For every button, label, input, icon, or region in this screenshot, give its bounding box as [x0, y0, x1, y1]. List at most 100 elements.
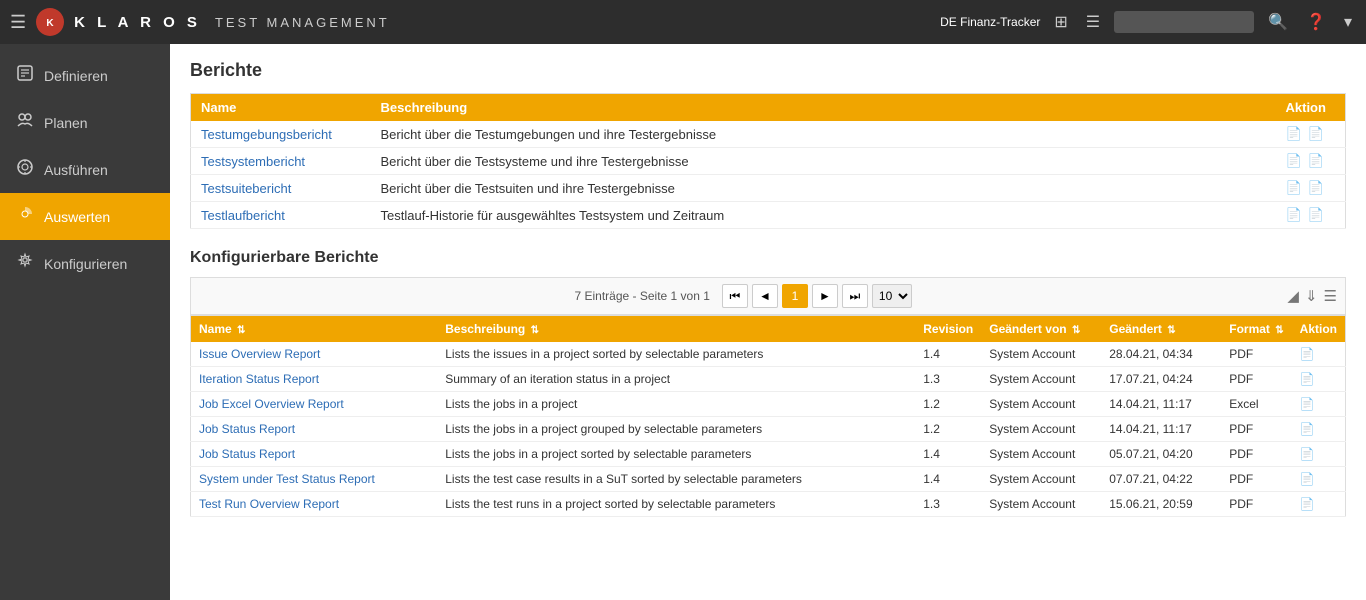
konfig-col-geaendert: Geändert ⇅ — [1101, 316, 1221, 343]
konfig-action-cell: 📄 — [1292, 467, 1346, 492]
pdf-icon[interactable]: 📄 — [1286, 153, 1302, 169]
konfig-desc-cell: Lists the issues in a project sorted by … — [437, 342, 915, 367]
konfig-name-cell: Job Status Report — [191, 442, 438, 467]
konfig-download-icon[interactable]: 📄 — [1300, 372, 1315, 386]
hamburger-menu-icon[interactable]: ☰ — [10, 12, 26, 33]
report-action-cell: 📄 📄 — [1276, 175, 1346, 202]
grid-view-icon[interactable]: ⊞ — [1050, 10, 1071, 34]
page-first-btn[interactable]: ⏮ — [722, 284, 748, 308]
konfig-geaendert-cell: 15.06.21, 20:59 — [1101, 492, 1221, 517]
report-name-link[interactable]: Testlaufbericht — [201, 208, 285, 223]
table-row: Job Status Report Lists the jobs in a pr… — [191, 442, 1346, 467]
sidebar-item-definieren[interactable]: Definieren — [0, 52, 170, 99]
konfig-format-cell: PDF — [1221, 492, 1291, 517]
konfig-name-link[interactable]: Iteration Status Report — [199, 372, 319, 386]
konfig-revision-cell: 1.2 — [915, 417, 981, 442]
konfig-format-cell: PDF — [1221, 467, 1291, 492]
search-icon[interactable]: 🔍 — [1264, 10, 1292, 34]
page-info: 7 Einträge - Seite 1 von 1 — [575, 289, 710, 303]
table-row: Test Run Overview Report Lists the test … — [191, 492, 1346, 517]
konfig-desc-cell: Summary of an iteration status in a proj… — [437, 367, 915, 392]
konfig-format-cell: Excel — [1221, 392, 1291, 417]
format-sort-icon[interactable]: ⇅ — [1275, 325, 1283, 336]
konfig-download-icon[interactable]: 📄 — [1300, 447, 1315, 461]
konfig-desc-cell: Lists the test runs in a project sorted … — [437, 492, 915, 517]
konfig-name-link[interactable]: Test Run Overview Report — [199, 497, 339, 511]
user-menu-icon[interactable]: ▾ — [1340, 10, 1356, 34]
sidebar-item-ausfuehren[interactable]: Ausführen — [0, 146, 170, 193]
konfig-action-cell: 📄 — [1292, 392, 1346, 417]
konfig-name-link[interactable]: Issue Overview Report — [199, 347, 320, 361]
app-title: K L A R O S — [74, 14, 201, 31]
konfig-col-aktion: Aktion — [1292, 316, 1346, 343]
download-report-icon[interactable]: 📄 — [1308, 126, 1324, 142]
report-name-link[interactable]: Testumgebungsbericht — [201, 127, 332, 142]
konfig-format-cell: PDF — [1221, 417, 1291, 442]
per-page-select[interactable]: 10 25 50 — [872, 284, 912, 308]
page-1-btn[interactable]: 1 — [782, 284, 808, 308]
filter-icon[interactable]: ◢ — [1287, 287, 1299, 305]
download-report-icon[interactable]: 📄 — [1308, 180, 1324, 196]
download-report-icon[interactable]: 📄 — [1308, 153, 1324, 169]
report-desc-cell: Testlauf-Historie für ausgewähltes Tests… — [371, 202, 1276, 229]
col-beschreibung: Beschreibung — [371, 94, 1276, 122]
berichte-title: Berichte — [190, 60, 1346, 81]
konfig-format-cell: PDF — [1221, 442, 1291, 467]
konfig-download-icon[interactable]: 📄 — [1300, 497, 1315, 511]
columns-icon[interactable]: ☰ — [1324, 287, 1337, 305]
sidebar-item-konfigurieren[interactable]: Konfigurieren — [0, 240, 170, 287]
konfig-name-link[interactable]: System under Test Status Report — [199, 472, 375, 486]
report-name-link[interactable]: Testsuitebericht — [201, 181, 291, 196]
konfig-name-link[interactable]: Job Excel Overview Report — [199, 397, 344, 411]
konfig-name-link[interactable]: Job Status Report — [199, 447, 295, 461]
list-view-icon[interactable]: ☰ — [1082, 10, 1104, 34]
beschreibung-sort-icon[interactable]: ⇅ — [531, 325, 539, 336]
page-next-btn[interactable]: ► — [812, 284, 838, 308]
konfig-download-icon[interactable]: 📄 — [1300, 422, 1315, 436]
download-report-icon[interactable]: 📄 — [1308, 207, 1324, 223]
konfig-geaendert-von-cell: System Account — [981, 442, 1101, 467]
page-prev-btn[interactable]: ◄ — [752, 284, 778, 308]
table-row: Testsystembericht Bericht über die Tests… — [191, 148, 1346, 175]
download-icon[interactable]: ⇓ — [1305, 287, 1318, 305]
konfig-col-beschreibung: Beschreibung ⇅ — [437, 316, 915, 343]
konfig-geaendert-von-cell: System Account — [981, 392, 1101, 417]
help-icon[interactable]: ❓ — [1302, 10, 1330, 34]
sidebar-item-planen[interactable]: Planen — [0, 99, 170, 146]
konfig-col-geaendert-von: Geändert von ⇅ — [981, 316, 1101, 343]
table-row: Job Excel Overview Report Lists the jobs… — [191, 392, 1346, 417]
konfig-geaendert-cell: 14.04.21, 11:17 — [1101, 392, 1221, 417]
pdf-icon[interactable]: 📄 — [1286, 180, 1302, 196]
konfig-download-icon[interactable]: 📄 — [1300, 347, 1315, 361]
sidebar: Definieren Planen — [0, 44, 170, 600]
konfig-geaendert-von-cell: System Account — [981, 467, 1101, 492]
konfig-download-icon[interactable]: 📄 — [1300, 472, 1315, 486]
name-sort-icon[interactable]: ⇅ — [237, 325, 245, 336]
report-name-link[interactable]: Testsystembericht — [201, 154, 305, 169]
sidebar-item-label-konfigurieren: Konfigurieren — [44, 256, 127, 272]
ausfuehren-icon — [16, 158, 34, 181]
konfig-geaendert-cell: 05.07.21, 04:20 — [1101, 442, 1221, 467]
konfig-name-cell: Issue Overview Report — [191, 342, 438, 367]
geaendert-von-sort-icon[interactable]: ⇅ — [1072, 325, 1080, 336]
konfig-geaendert-cell: 07.07.21, 04:22 — [1101, 467, 1221, 492]
konfig-desc-cell: Lists the test case results in a SuT sor… — [437, 467, 915, 492]
konfig-name-cell: Iteration Status Report — [191, 367, 438, 392]
report-desc-cell: Bericht über die Testsysteme und ihre Te… — [371, 148, 1276, 175]
konfig-col-format: Format ⇅ — [1221, 316, 1291, 343]
sidebar-item-auswerten[interactable]: Auswerten — [0, 193, 170, 240]
berichte-table: Name Beschreibung Aktion Testumgebungsbe… — [190, 93, 1346, 229]
konfig-name-link[interactable]: Job Status Report — [199, 422, 295, 436]
pdf-icon[interactable]: 📄 — [1286, 126, 1302, 142]
pdf-icon[interactable]: 📄 — [1286, 207, 1302, 223]
search-input[interactable] — [1114, 11, 1254, 33]
konfig-geaendert-von-cell: System Account — [981, 342, 1101, 367]
auswerten-icon — [16, 205, 34, 228]
geaendert-sort-icon[interactable]: ⇅ — [1167, 325, 1175, 336]
col-name: Name — [191, 94, 371, 122]
konfig-action-cell: 📄 — [1292, 442, 1346, 467]
konfig-name-cell: System under Test Status Report — [191, 467, 438, 492]
konfig-berichte-title: Konfigurierbare Berichte — [190, 249, 1346, 267]
page-last-btn[interactable]: ⏭ — [842, 284, 868, 308]
konfig-download-icon[interactable]: 📄 — [1300, 397, 1315, 411]
